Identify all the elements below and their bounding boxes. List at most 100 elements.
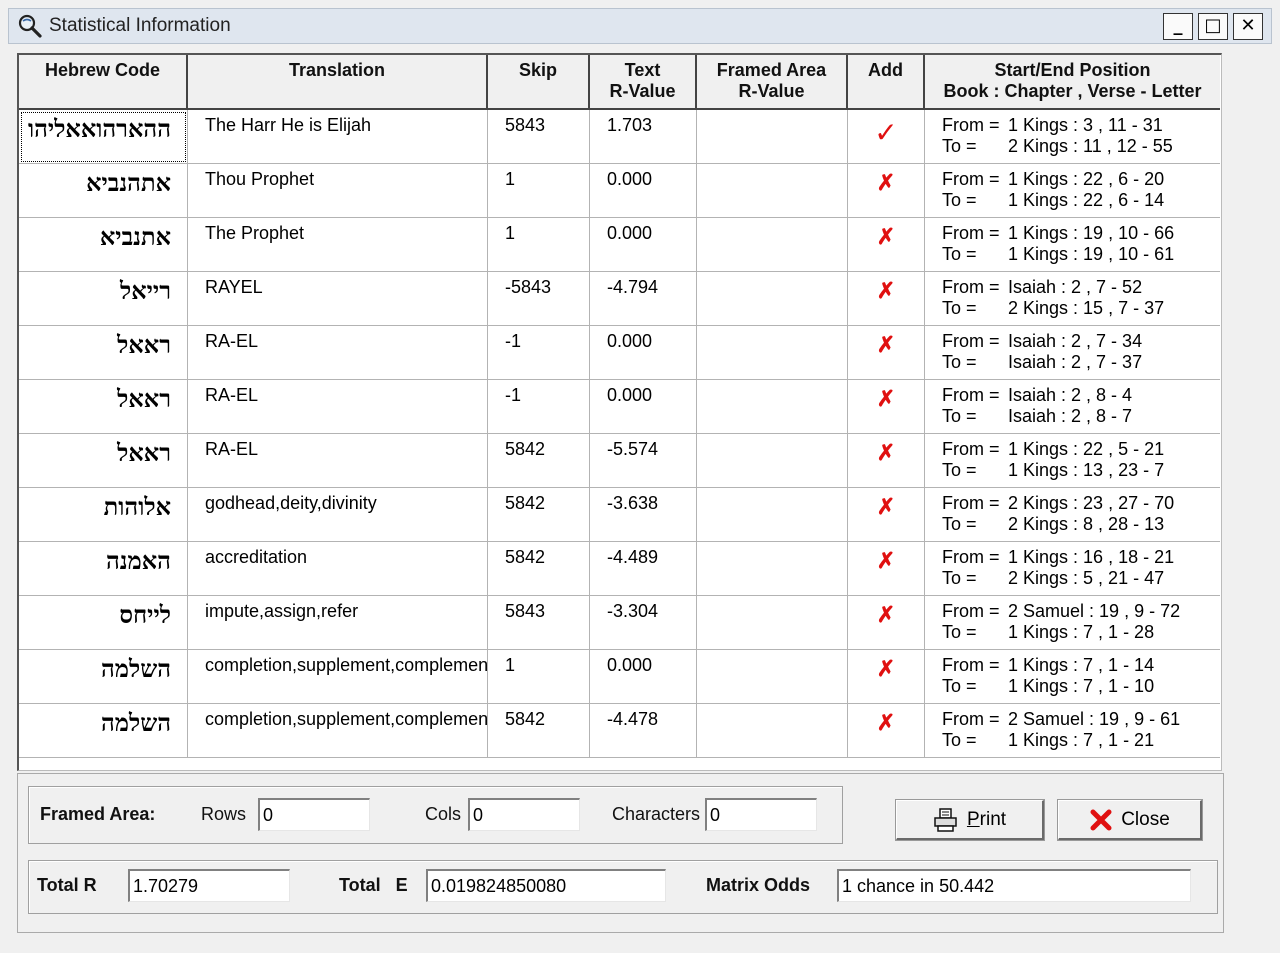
skip-cell[interactable]: -1 xyxy=(488,380,590,434)
position-cell[interactable]: From = Isaiah : 2 , 7 - 34 To = Isaiah : 2 … xyxy=(925,326,1219,380)
x-mark-icon[interactable]: ✗ xyxy=(877,386,895,411)
minimize-button[interactable]: _ xyxy=(1163,13,1193,40)
text-rvalue-cell[interactable]: -3.304 xyxy=(590,596,697,650)
translation-cell[interactable]: The Harr He is Elijah xyxy=(188,110,488,164)
skip-cell[interactable]: 1 xyxy=(488,650,590,704)
x-mark-icon[interactable]: ✗ xyxy=(877,494,895,519)
x-mark-icon[interactable]: ✗ xyxy=(877,656,895,681)
framed-rvalue-cell[interactable] xyxy=(697,596,848,650)
framed-rvalue-cell[interactable] xyxy=(697,272,848,326)
translation-cell[interactable]: Thou Prophet xyxy=(188,164,488,218)
statistics-table[interactable]: Hebrew Code Translation Skip Text R-Value… xyxy=(17,53,1222,771)
table-row[interactable]: לייחס impute,assign,refer 5843 -3.304 ✗ From … xyxy=(19,596,1220,650)
add-cell[interactable]: ✗ xyxy=(848,596,925,650)
text-rvalue-cell[interactable]: -4.478 xyxy=(590,704,697,758)
header-hebrew-code[interactable]: Hebrew Code xyxy=(19,55,188,110)
text-rvalue-cell[interactable]: -5.574 xyxy=(590,434,697,488)
translation-cell[interactable]: RA-EL xyxy=(188,434,488,488)
header-text-rvalue[interactable]: Text R-Value xyxy=(590,55,697,110)
translation-cell[interactable]: accreditation xyxy=(188,542,488,596)
text-rvalue-cell[interactable]: -4.794 xyxy=(590,272,697,326)
hebrew-code-cell[interactable]: אלוהות xyxy=(19,488,188,542)
table-row[interactable]: אלוהות godhead,deity,divinity 5842 -3.638 ✗ F… xyxy=(19,488,1220,542)
position-cell[interactable]: From = 1 Kings : 3 , 11 - 31 To = 2 Kings :… xyxy=(925,110,1219,164)
table-row[interactable]: אתהנביא Thou Prophet 1 0.000 ✗ From = 1 Kings … xyxy=(19,164,1220,218)
table-row[interactable]: אתנביא The Prophet 1 0.000 ✗ From = 1 Kings : … xyxy=(19,218,1220,272)
skip-cell[interactable]: 1 xyxy=(488,164,590,218)
checkmark-icon[interactable]: ✓ xyxy=(874,117,897,148)
hebrew-code-cell[interactable]: האמנה xyxy=(19,542,188,596)
table-row[interactable]: רייאל RAYEL -5843 -4.794 ✗ From = Isaiah : 2 ,… xyxy=(19,272,1220,326)
skip-cell[interactable]: 5843 xyxy=(488,596,590,650)
text-rvalue-cell[interactable]: -3.638 xyxy=(590,488,697,542)
add-cell[interactable]: ✗ xyxy=(848,164,925,218)
print-button[interactable]: Print xyxy=(896,800,1044,840)
hebrew-code-cell[interactable]: ראאל xyxy=(19,380,188,434)
position-cell[interactable]: From = Isaiah : 2 , 8 - 4 To = Isaiah : 2 ,… xyxy=(925,380,1219,434)
characters-field[interactable]: 0 xyxy=(705,798,817,831)
text-rvalue-cell[interactable]: 1.703 xyxy=(590,110,697,164)
add-cell[interactable]: ✗ xyxy=(848,434,925,488)
text-rvalue-cell[interactable]: 0.000 xyxy=(590,326,697,380)
translation-cell[interactable]: The Prophet xyxy=(188,218,488,272)
close-button[interactable]: Close xyxy=(1058,800,1202,840)
skip-cell[interactable]: 5842 xyxy=(488,488,590,542)
framed-rvalue-cell[interactable] xyxy=(697,542,848,596)
translation-cell[interactable]: completion,supplement,complement, xyxy=(188,650,488,704)
position-cell[interactable]: From = 2 Samuel : 19 , 9 - 61 To = 1 Kings … xyxy=(925,704,1219,758)
text-rvalue-cell[interactable]: 0.000 xyxy=(590,380,697,434)
framed-rvalue-cell[interactable] xyxy=(697,110,848,164)
close-window-button[interactable]: ✕ xyxy=(1233,13,1263,40)
framed-rvalue-cell[interactable] xyxy=(697,380,848,434)
position-cell[interactable]: From = 1 Kings : 16 , 18 - 21 To = 2 Kings … xyxy=(925,542,1219,596)
add-cell[interactable]: ✗ xyxy=(848,218,925,272)
framed-rvalue-cell[interactable] xyxy=(697,704,848,758)
hebrew-code-cell[interactable]: רייאל xyxy=(19,272,188,326)
text-rvalue-cell[interactable]: 0.000 xyxy=(590,164,697,218)
x-mark-icon[interactable]: ✗ xyxy=(877,170,895,195)
table-row[interactable]: ראאל RA-EL -1 0.000 ✗ From = Isaiah : 2 , 7 - … xyxy=(19,326,1220,380)
x-mark-icon[interactable]: ✗ xyxy=(877,602,895,627)
table-row[interactable]: ההארהואאליהו The Harr He is Elijah 5843 1.7… xyxy=(19,110,1220,164)
header-translation[interactable]: Translation xyxy=(188,55,488,110)
text-rvalue-cell[interactable]: 0.000 xyxy=(590,650,697,704)
framed-rvalue-cell[interactable] xyxy=(697,650,848,704)
skip-cell[interactable]: 5842 xyxy=(488,542,590,596)
add-cell[interactable]: ✗ xyxy=(848,380,925,434)
x-mark-icon[interactable]: ✗ xyxy=(877,440,895,465)
translation-cell[interactable]: completion,supplement,complement, xyxy=(188,704,488,758)
add-cell[interactable]: ✗ xyxy=(848,326,925,380)
hebrew-code-cell[interactable]: השלמה xyxy=(19,650,188,704)
position-cell[interactable]: From = Isaiah : 2 , 7 - 52 To = 2 Kings : 1… xyxy=(925,272,1219,326)
add-cell[interactable]: ✗ xyxy=(848,272,925,326)
hebrew-code-cell[interactable]: אתהנביא xyxy=(19,164,188,218)
skip-cell[interactable]: 5842 xyxy=(488,434,590,488)
header-skip[interactable]: Skip xyxy=(488,55,590,110)
text-rvalue-cell[interactable]: 0.000 xyxy=(590,218,697,272)
position-cell[interactable]: From = 2 Samuel : 19 , 9 - 72 To = 1 Kings … xyxy=(925,596,1219,650)
add-cell[interactable]: ✗ xyxy=(848,704,925,758)
position-cell[interactable]: From = 1 Kings : 22 , 6 - 20 To = 1 Kings :… xyxy=(925,164,1219,218)
framed-rvalue-cell[interactable] xyxy=(697,434,848,488)
skip-cell[interactable]: 5842 xyxy=(488,704,590,758)
maximize-button[interactable]: □ xyxy=(1198,13,1228,40)
table-row[interactable]: האמנה accreditation 5842 -4.489 ✗ From = 1 Kin… xyxy=(19,542,1220,596)
add-cell[interactable]: ✗ xyxy=(848,542,925,596)
framed-rvalue-cell[interactable] xyxy=(697,488,848,542)
position-cell[interactable]: From = 1 Kings : 7 , 1 - 14 To = 1 Kings : … xyxy=(925,650,1219,704)
position-cell[interactable]: From = 1 Kings : 22 , 5 - 21 To = 1 Kings :… xyxy=(925,434,1219,488)
framed-rvalue-cell[interactable] xyxy=(697,218,848,272)
header-framed-area-rvalue[interactable]: Framed Area R-Value xyxy=(697,55,848,110)
add-cell[interactable]: ✓ xyxy=(848,110,925,164)
skip-cell[interactable]: 5843 xyxy=(488,110,590,164)
translation-cell[interactable]: RA-EL xyxy=(188,326,488,380)
translation-cell[interactable]: RAYEL xyxy=(188,272,488,326)
hebrew-code-cell[interactable]: ההארהואאליהו xyxy=(19,110,188,164)
hebrew-code-cell[interactable]: השלמה xyxy=(19,704,188,758)
x-mark-icon[interactable]: ✗ xyxy=(877,278,895,303)
framed-rvalue-cell[interactable] xyxy=(697,326,848,380)
total-r-field[interactable]: 1.70279 xyxy=(128,869,290,902)
matrix-odds-field[interactable]: 1 chance in 50.442 xyxy=(837,869,1191,902)
x-mark-icon[interactable]: ✗ xyxy=(877,548,895,573)
hebrew-code-cell[interactable]: ראאל xyxy=(19,326,188,380)
